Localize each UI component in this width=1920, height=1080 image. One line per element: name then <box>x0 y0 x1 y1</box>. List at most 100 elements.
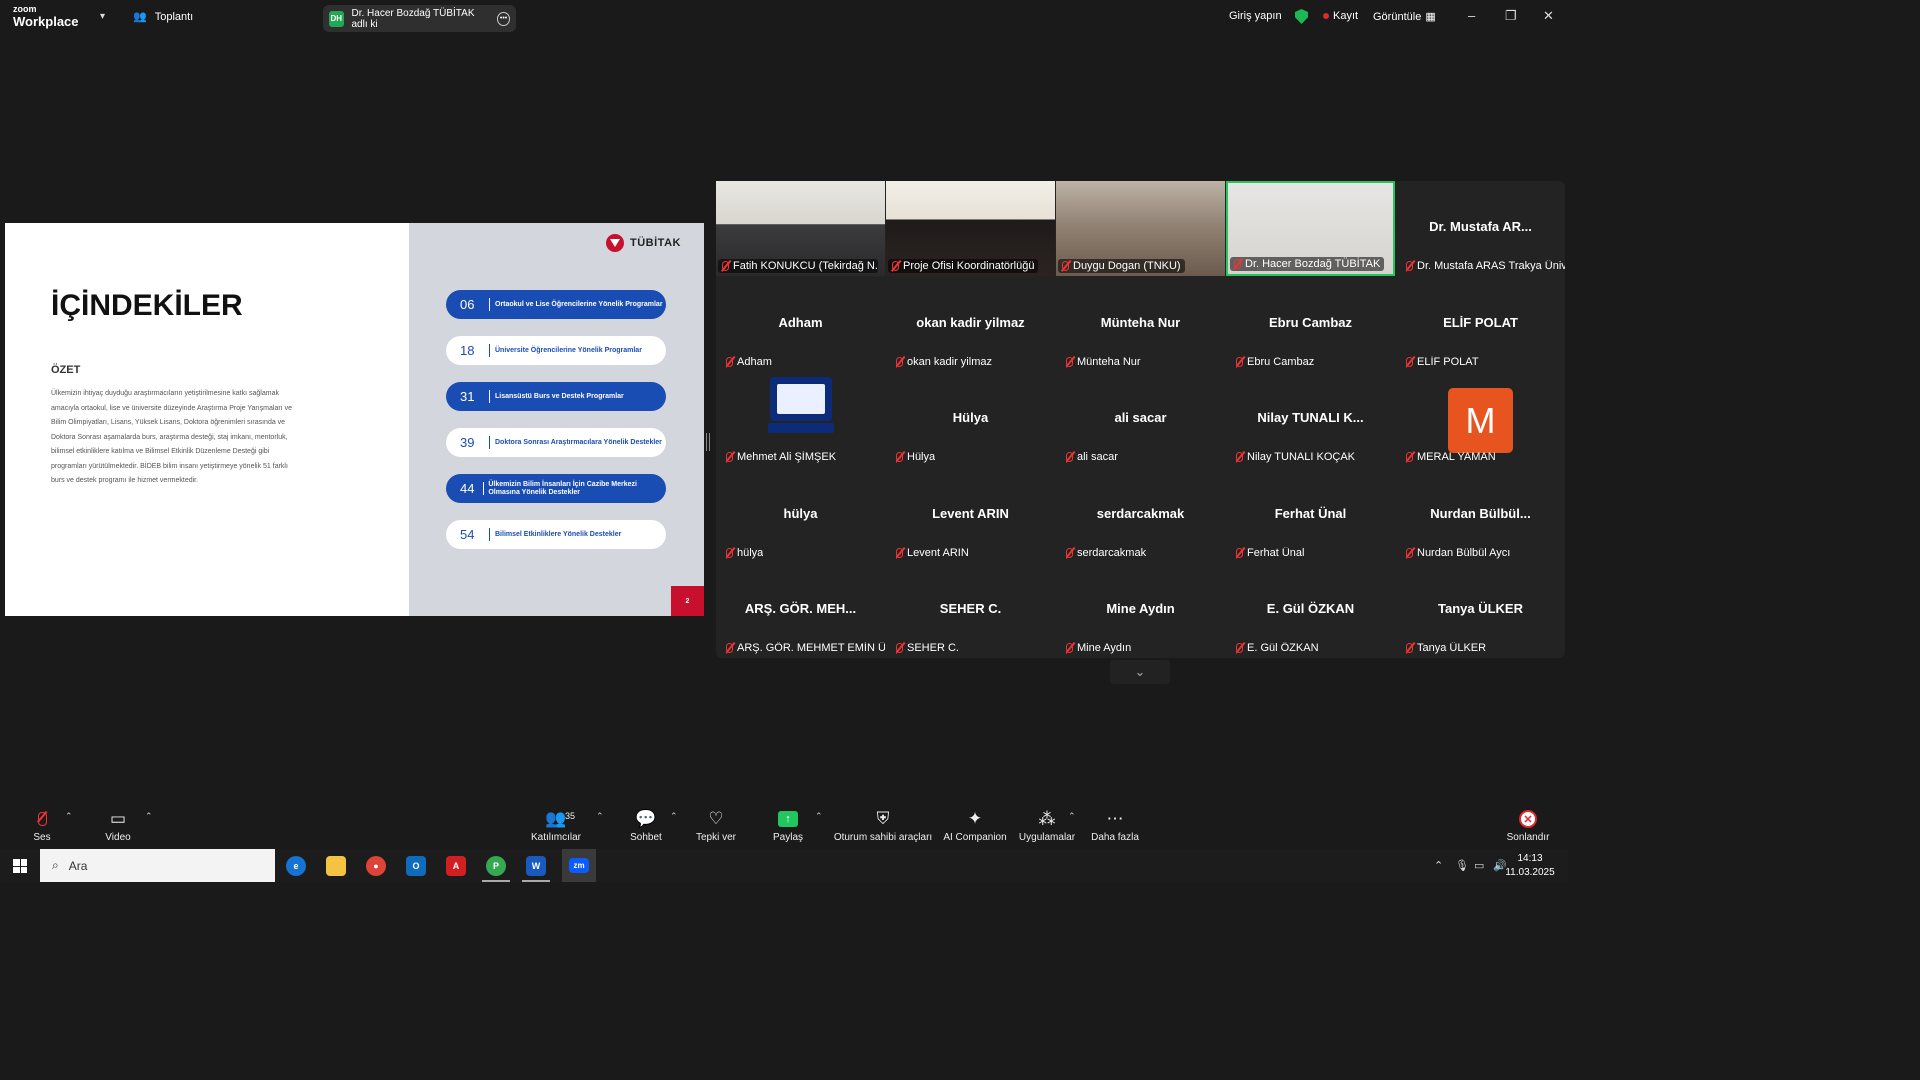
participants-button[interactable]: 👥 35 Katılımcılar <box>516 808 596 843</box>
participant-label: Adham <box>737 355 772 368</box>
grid-icon: ▦ <box>1425 11 1436 23</box>
meeting-menu[interactable]: 👥 Toplantı <box>133 10 193 24</box>
zoom-taskbar-icon[interactable]: zm <box>562 849 596 882</box>
slide-subtitle: ÖZET <box>51 364 81 376</box>
participant-tile[interactable]: ELİF POLAT ELİF POLAT <box>1396 277 1565 372</box>
audio-options-caret[interactable]: ⌃ <box>65 811 73 822</box>
chrome-profile-icon[interactable]: P <box>486 856 506 876</box>
participant-name: Hülya <box>896 451 935 463</box>
participant-tile[interactable]: M MERAL YAMAN <box>1396 372 1565 467</box>
toc-page: 39 <box>460 435 475 450</box>
network-icon[interactable]: ▭ <box>1474 859 1484 872</box>
participant-tile[interactable]: Levent ARIN Levent ARIN <box>886 468 1055 563</box>
participant-tile[interactable]: Mine Aydın Mine Aydın <box>1056 563 1225 658</box>
participant-name: ali sacar <box>1066 451 1118 463</box>
taskbar-search[interactable]: ⌕ Ara <box>40 849 275 882</box>
host-tools-label: Oturum sahibi araçları <box>833 832 933 843</box>
shared-slide: İÇİNDEKİLER ÖZET Ülkemizin ihtiyaç duydu… <box>5 223 704 616</box>
participant-tile[interactable]: Adham Adham <box>716 277 885 372</box>
participant-display-name: SEHER C. <box>939 601 1002 616</box>
zoom-logo: zoom Workplace <box>13 5 79 29</box>
shield-icon: ⛨ <box>876 809 890 828</box>
mic-muted-icon <box>1236 452 1243 462</box>
participant-label: Dr. Hacer Bozdağ TÜBİTAK <box>1245 258 1381 270</box>
toc-item: 39 Doktora Sonrası Araştırmacılara Yöneli… <box>446 428 666 457</box>
participant-tile[interactable]: Mehmet Ali ŞİMŞEK <box>716 372 885 467</box>
slide-left-panel: İÇİNDEKİLER ÖZET Ülkemizin ihtiyaç duydu… <box>5 223 409 616</box>
react-button[interactable]: ♡ Tepki ver <box>676 808 756 843</box>
participant-tile[interactable]: Duygu Dogan (TNKU) <box>1056 181 1225 276</box>
participant-label: Levent ARIN <box>907 546 969 559</box>
mic-muted-icon <box>1236 356 1243 367</box>
acrobat-icon[interactable]: A <box>446 856 466 876</box>
participant-tile[interactable]: ARŞ. GÖR. MEH... ARŞ. GÖR. MEHMET EMİN Ü.… <box>716 563 885 658</box>
participant-tile[interactable]: okan kadir yilmaz okan kadir yilmaz <box>886 277 1055 372</box>
participant-display-name: Dr. Mustafa AR... <box>1429 219 1532 234</box>
chevron-down-icon[interactable]: ⌄ <box>1110 660 1170 684</box>
host-tools-button[interactable]: ⛨ Oturum sahibi araçları <box>828 808 938 843</box>
chevron-up-icon[interactable]: ⌃ <box>1434 859 1443 872</box>
edge-icon[interactable]: e <box>286 856 306 876</box>
toc-page: 31 <box>460 389 475 404</box>
participant-tile[interactable]: Dr. Hacer Bozdağ TÜBİTAK <box>1226 181 1395 276</box>
participant-tile[interactable]: Münteha Nur Münteha Nur <box>1056 277 1225 372</box>
view-button[interactable]: Görüntüle ▦ <box>1373 10 1436 24</box>
participant-label: ELİF POLAT <box>1417 355 1479 368</box>
search-placeholder: Ara <box>68 858 88 873</box>
participant-tile[interactable]: ali sacar ali sacar <box>1056 372 1225 467</box>
participant-display-name: E. Gül ÖZKAN <box>1266 601 1355 616</box>
participant-tile[interactable]: Proje Ofisi Koordinatörlüğü <box>886 181 1055 276</box>
meeting-tab[interactable]: DH Dr. Hacer Bozdağ TÜBİTAK adlı ki ••• <box>323 5 516 32</box>
more-button[interactable]: ⋯ Daha fazla <box>1075 808 1155 843</box>
participant-tile[interactable]: Dr. Mustafa AR... Dr. Mustafa ARAS Trakya… <box>1396 181 1565 276</box>
mic-tray-icon[interactable]: 🎙 <box>1455 859 1469 872</box>
slide-right-panel: TÜBİTAK 06 Ortaokul ve Lise Öğrencilerine… <box>409 223 704 616</box>
mic-muted-icon <box>1406 261 1413 271</box>
participant-tile[interactable]: Ferhat Ünal Ferhat Ünal <box>1226 468 1395 563</box>
participant-tile[interactable]: E. Gül ÖZKAN E. Gül ÖZKAN <box>1226 563 1395 658</box>
participant-tile[interactable]: Fatih KONUKCU (Tekirdağ N. ... <box>716 181 885 276</box>
shield-icon[interactable] <box>1295 9 1308 24</box>
toc-label: Doktora Sonrası Araştırmacılara Yönelik … <box>495 438 662 446</box>
taskbar-clock[interactable]: 14:13 11.03.2025 <box>1505 852 1555 880</box>
participant-label: Dr. Mustafa ARAS Trakya Üniv... <box>1417 260 1565 272</box>
mic-muted-icon <box>1066 452 1073 462</box>
participant-tile[interactable]: Hülya Hülya <box>886 372 1055 467</box>
participant-label: Nilay TUNALI KOÇAK <box>1247 451 1355 463</box>
close-button[interactable]: ✕ <box>1543 8 1554 24</box>
toc-label: Üniversite Öğrencilerine Yönelik Program… <box>495 346 642 354</box>
chrome-icon[interactable]: ● <box>366 856 386 876</box>
record-indicator[interactable]: Kayıt <box>1323 10 1358 22</box>
chevron-down-icon[interactable]: ▾ <box>100 11 105 22</box>
video-options-caret[interactable]: ⌃ <box>145 811 153 822</box>
participant-tile[interactable]: Nurdan Bülbül... Nurdan Bülbül Aycı <box>1396 468 1565 563</box>
participant-name: ARŞ. GÖR. MEHMET EMİN Ü... <box>726 642 885 654</box>
participant-tile[interactable]: serdarcakmak serdarcakmak <box>1056 468 1225 563</box>
participant-name: Münteha Nur <box>1066 356 1141 368</box>
participant-label: serdarcakmak <box>1077 546 1147 559</box>
signin-link[interactable]: Giriş yapın <box>1229 10 1282 22</box>
minimize-button[interactable]: – <box>1468 8 1475 23</box>
end-button[interactable]: ✕ Sonlandır <box>1488 808 1568 843</box>
ai-companion-button[interactable]: ✦ AI Companion <box>935 808 1015 843</box>
resize-handle[interactable] <box>706 433 710 451</box>
participant-tile[interactable]: Ebru Cambaz Ebru Cambaz <box>1226 277 1395 372</box>
mic-muted-icon <box>726 643 733 653</box>
participant-tile[interactable]: SEHER C. SEHER C. <box>886 563 1055 658</box>
word-icon[interactable]: W <box>526 856 546 876</box>
participant-tile[interactable]: Tanya ÜLKER Tanya ÜLKER <box>1396 563 1565 658</box>
outlook-icon[interactable]: O <box>406 856 426 876</box>
mic-muted-icon <box>892 261 899 271</box>
maximize-button[interactable]: ❐ <box>1505 8 1517 24</box>
participant-tile[interactable]: Nilay TUNALI K... Nilay TUNALI KOÇAK <box>1226 372 1395 467</box>
share-options-caret[interactable]: ⌃ <box>815 811 823 822</box>
participant-display-name: Mine Aydın <box>1106 601 1175 616</box>
mic-muted-icon <box>896 547 903 558</box>
toc-page: 54 <box>460 527 475 542</box>
windows-start-icon[interactable] <box>13 859 27 873</box>
participants-options-caret[interactable]: ⌃ <box>596 811 604 822</box>
participant-tile[interactable]: hülya hülya <box>716 468 885 563</box>
more-icon[interactable]: ••• <box>497 11 511 26</box>
tab-label: Dr. Hacer Bozdağ TÜBİTAK adlı ki <box>351 7 475 30</box>
file-explorer-icon[interactable] <box>326 856 346 876</box>
